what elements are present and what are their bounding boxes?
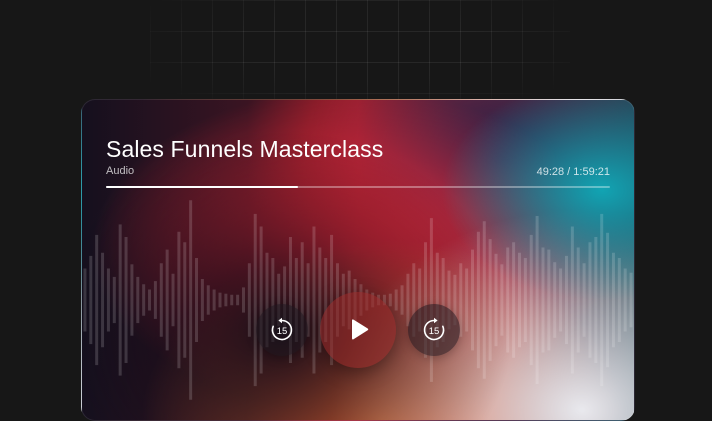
waveform-bar: [224, 293, 228, 307]
waveform-bar: [488, 239, 492, 361]
waveform-bar: [206, 285, 210, 315]
waveform-bar: [253, 213, 257, 387]
waveform-bar: [112, 276, 116, 324]
waveform-bar: [559, 268, 563, 332]
waveform-bar: [189, 200, 193, 400]
waveform-bar: [594, 237, 598, 363]
forward-15-button[interactable]: 15: [408, 304, 460, 356]
waveform-bar: [564, 255, 568, 345]
waveform-bar: [606, 232, 610, 368]
waveform-bar: [600, 213, 604, 387]
waveform-bar: [118, 224, 122, 376]
waveform-bar: [617, 258, 621, 342]
rewind-15-button[interactable]: 15: [256, 304, 308, 356]
waveform-bar: [241, 287, 245, 313]
track-title: Sales Funnels Masterclass: [106, 136, 384, 162]
progress-fill: [106, 186, 298, 188]
waveform-bar: [465, 268, 469, 332]
time-readout: 49:28 / 1:59:21: [536, 166, 610, 178]
waveform-bar: [247, 263, 251, 337]
waveform-bar: [159, 263, 163, 337]
waveform-bar: [218, 292, 222, 308]
waveform-bar: [611, 252, 615, 348]
background-grid: [150, 0, 570, 110]
waveform-bar: [553, 262, 557, 338]
forward-15-icon: 15: [423, 317, 445, 341]
waveform-bar: [106, 268, 110, 332]
waveform-bar: [476, 231, 480, 369]
waveform-bar: [212, 289, 216, 311]
waveform-bar: [142, 284, 146, 316]
waveform-bar: [576, 247, 580, 353]
waveform-bar: [512, 242, 516, 358]
waveform-bar: [535, 216, 539, 384]
waveform-bar: [177, 231, 181, 369]
play-button[interactable]: [320, 292, 396, 368]
waveform-bar: [588, 242, 592, 358]
audio-player-card: Sales Funnels Masterclass Audio 49:28 / …: [81, 99, 635, 421]
waveform-bar: [165, 249, 169, 351]
waveform-bar: [388, 293, 392, 307]
progress-bar[interactable]: [106, 186, 610, 188]
waveform-bar: [83, 268, 87, 332]
waveform-bar: [136, 276, 140, 324]
waveform-bar: [312, 226, 316, 374]
waveform-bar: [406, 273, 410, 327]
waveform-bar: [623, 268, 627, 332]
waveform-bar: [89, 255, 93, 345]
waveform-bar: [101, 252, 105, 348]
waveform-bar: [570, 226, 574, 374]
waveform-bar: [582, 263, 586, 337]
waveform-bar: [230, 294, 234, 306]
waveform-bar: [183, 242, 187, 358]
waveform-bar: [148, 289, 152, 311]
waveform-bar: [547, 249, 551, 351]
waveform-bar: [541, 247, 545, 353]
waveform-bar: [482, 221, 486, 379]
waveform-bar: [629, 272, 633, 328]
rewind-15-icon: 15: [271, 317, 293, 341]
waveform-bar: [195, 258, 199, 342]
waveform-bar: [95, 234, 99, 366]
play-icon: [352, 319, 369, 340]
media-type-label: Audio: [106, 165, 135, 177]
forward-seconds-label: 15: [429, 326, 440, 337]
waveform-bar: [500, 264, 504, 336]
waveform-bar: [517, 252, 521, 348]
waveform-bar: [494, 253, 498, 347]
rewind-seconds-label: 15: [277, 326, 288, 337]
waveform-bar: [471, 249, 475, 351]
waveform-bar: [523, 258, 527, 342]
waveform-bar: [130, 264, 134, 336]
waveform-bar: [429, 218, 433, 382]
waveform-bar: [394, 289, 398, 311]
waveform-bar: [171, 273, 175, 327]
waveform-bar: [529, 234, 533, 366]
waveform-bar: [200, 279, 204, 321]
waveform-bar: [400, 285, 404, 315]
waveform-bar: [153, 281, 157, 319]
waveform-bar: [259, 226, 263, 374]
waveform-bar: [236, 294, 240, 306]
waveform-bar: [506, 247, 510, 353]
waveform-bar: [124, 237, 128, 363]
